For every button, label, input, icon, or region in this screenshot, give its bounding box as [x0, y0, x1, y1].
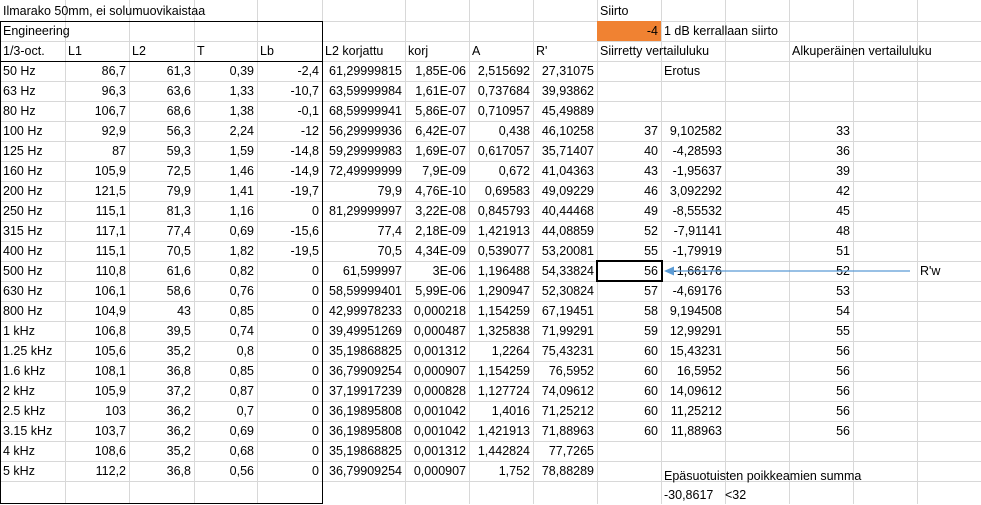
rw-arrow — [664, 266, 910, 276]
sum-label[interactable]: Epäsuotuisten poikkeamien summa — [661, 466, 864, 486]
sum-value[interactable]: -30,8617 — [661, 485, 716, 505]
rw-label[interactable]: R'w — [917, 261, 943, 281]
sum-condition[interactable]: <32 — [722, 485, 749, 505]
spreadsheet[interactable]: Ilmarako 50mm, ei solumuovikaistaa Engin… — [0, 0, 981, 504]
arrow-head — [664, 266, 674, 276]
